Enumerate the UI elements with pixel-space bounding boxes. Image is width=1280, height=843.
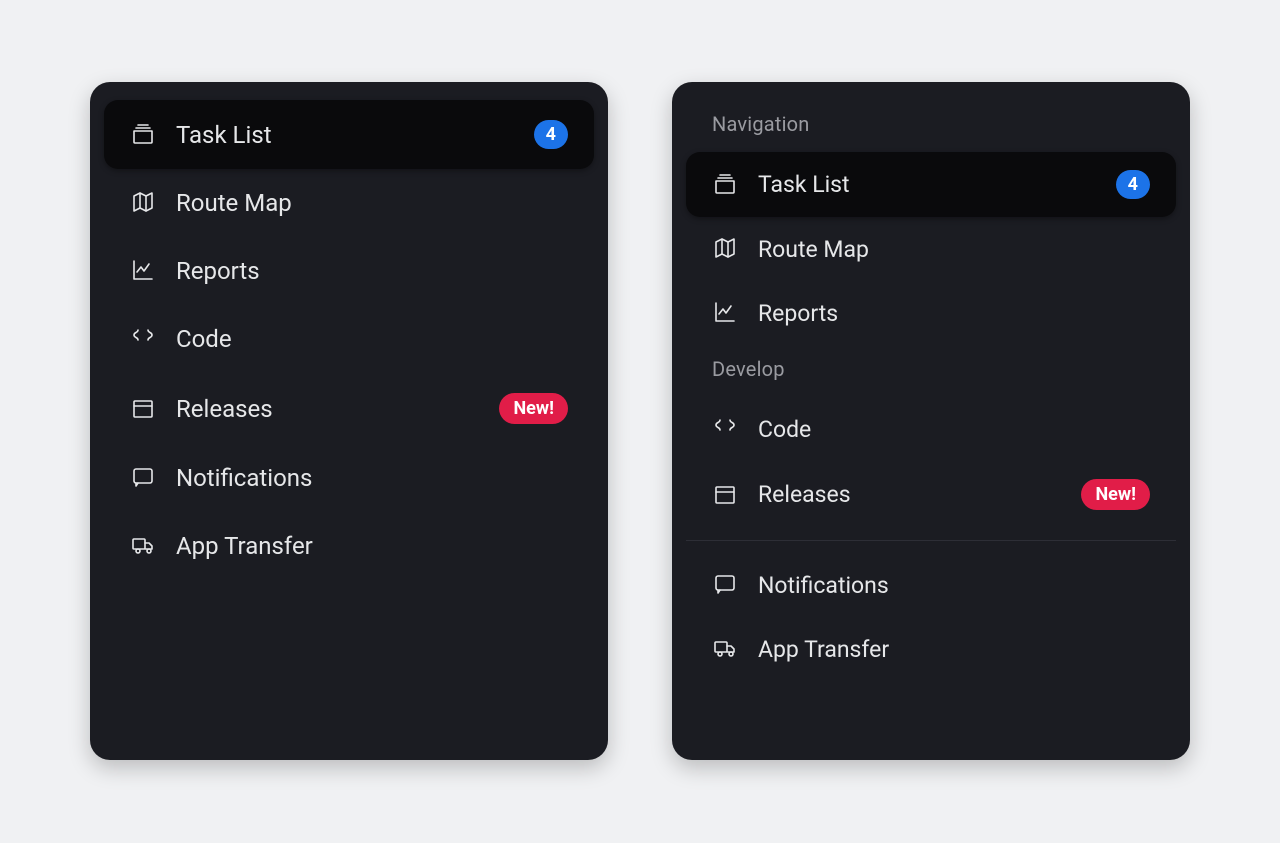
task-list-icon bbox=[712, 171, 740, 199]
menu-item-releases[interactable]: Releases New! bbox=[104, 373, 594, 444]
truck-icon bbox=[130, 532, 158, 560]
task-list-icon bbox=[130, 121, 158, 149]
chart-icon bbox=[712, 299, 740, 327]
menu-item-label: Releases bbox=[758, 481, 851, 508]
menu-item-route-map[interactable]: Route Map bbox=[104, 169, 594, 237]
section-divider bbox=[686, 540, 1176, 541]
menu-item-route-map[interactable]: Route Map bbox=[686, 217, 1176, 281]
menu-item-reports[interactable]: Reports bbox=[686, 281, 1176, 345]
menu-item-label: Releases bbox=[176, 395, 273, 423]
menu-item-app-transfer[interactable]: App Transfer bbox=[104, 512, 594, 580]
menu-item-label: Notifications bbox=[758, 572, 889, 599]
menu-item-label: Route Map bbox=[176, 189, 292, 217]
menu-item-label: Task List bbox=[758, 171, 850, 198]
menu-item-label: Code bbox=[758, 416, 811, 443]
menu-item-task-list[interactable]: Task List 4 bbox=[104, 100, 594, 169]
menu-item-task-list[interactable]: Task List 4 bbox=[686, 152, 1176, 217]
menu-item-app-transfer[interactable]: App Transfer bbox=[686, 617, 1176, 681]
message-icon bbox=[712, 571, 740, 599]
task-count-badge: 4 bbox=[534, 120, 568, 149]
task-count-badge: 4 bbox=[1116, 170, 1150, 199]
menu-item-label: Notifications bbox=[176, 464, 312, 492]
archive-icon bbox=[712, 481, 740, 509]
braces-icon bbox=[712, 415, 740, 443]
menu-item-label: Reports bbox=[176, 257, 260, 285]
menu-item-notifications[interactable]: Notifications bbox=[686, 553, 1176, 617]
menu-item-code[interactable]: Code bbox=[686, 397, 1176, 461]
archive-icon bbox=[130, 395, 158, 423]
chart-icon bbox=[130, 257, 158, 285]
map-icon bbox=[712, 235, 740, 263]
menu-card-flat: Task List 4 Route Map Reports Code Relea… bbox=[90, 82, 608, 760]
menu-item-reports[interactable]: Reports bbox=[104, 237, 594, 305]
braces-icon bbox=[130, 325, 158, 353]
menu-item-label: Task List bbox=[176, 121, 272, 149]
truck-icon bbox=[712, 635, 740, 663]
menu-item-releases[interactable]: Releases New! bbox=[686, 461, 1176, 528]
message-icon bbox=[130, 464, 158, 492]
menu-item-label: Code bbox=[176, 325, 232, 353]
new-badge: New! bbox=[499, 393, 568, 424]
menu-item-code[interactable]: Code bbox=[104, 305, 594, 373]
menu-card-grouped: Navigation Task List 4 Route Map Reports… bbox=[672, 82, 1190, 760]
menu-item-label: App Transfer bbox=[758, 636, 889, 663]
map-icon bbox=[130, 189, 158, 217]
section-title-navigation: Navigation bbox=[686, 100, 1176, 152]
stage: Task List 4 Route Map Reports Code Relea… bbox=[0, 0, 1280, 843]
menu-item-label: Reports bbox=[758, 300, 838, 327]
section-title-develop: Develop bbox=[686, 345, 1176, 397]
menu-item-label: App Transfer bbox=[176, 532, 313, 560]
menu-item-notifications[interactable]: Notifications bbox=[104, 444, 594, 512]
menu-item-label: Route Map bbox=[758, 236, 869, 263]
new-badge: New! bbox=[1081, 479, 1150, 510]
